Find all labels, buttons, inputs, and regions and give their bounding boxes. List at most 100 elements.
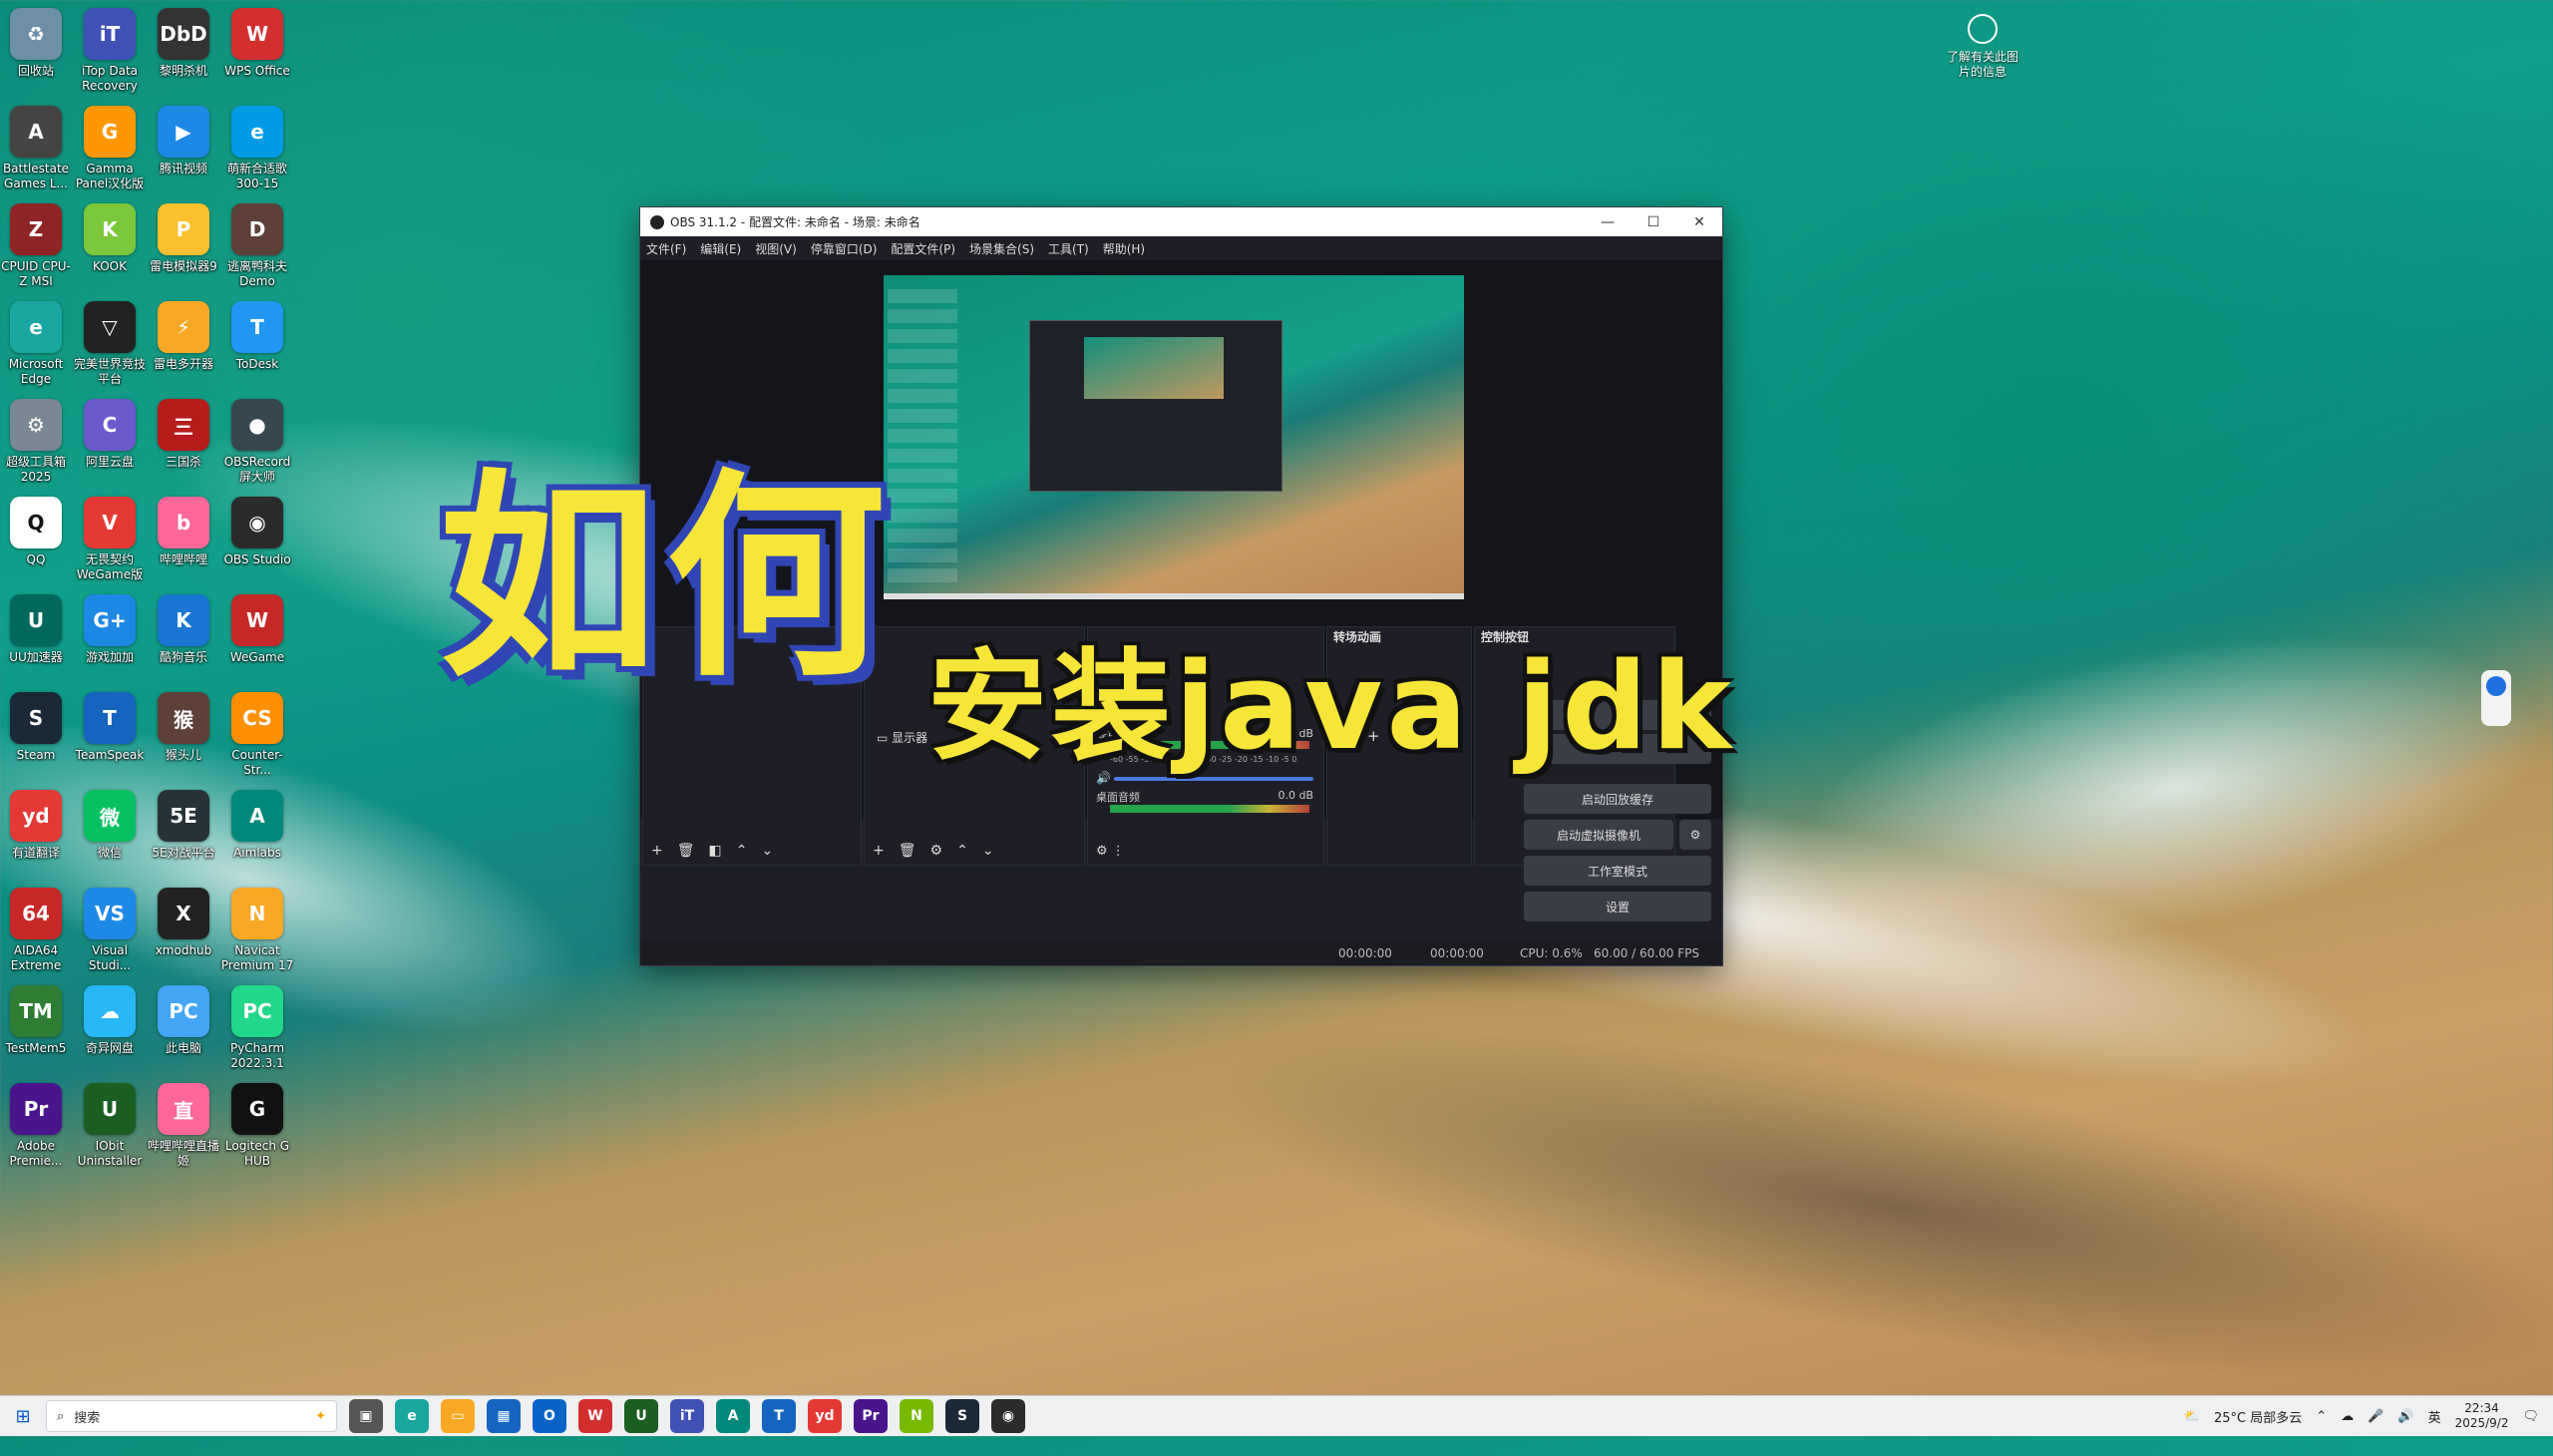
source-item[interactable]: ▭ 显示器	[877, 729, 927, 746]
desktop-icon[interactable]: S Steam	[0, 692, 74, 763]
taskbar-app-outlook[interactable]: O	[533, 1399, 566, 1433]
taskbar-app-youdao[interactable]: yd	[808, 1399, 842, 1433]
taskbar-app-aimlabs[interactable]: A	[716, 1399, 750, 1433]
notification-icon[interactable]: 🗨	[2522, 1409, 2539, 1424]
desktop-icon[interactable]: e Microsoft Edge	[0, 301, 74, 387]
desktop-icon[interactable]: e 萌新合适歌 300-15	[219, 106, 295, 191]
replay-buffer-button[interactable]: 启动回放缓存	[1524, 784, 1711, 814]
taskbar-app-store[interactable]: ▦	[487, 1399, 521, 1433]
mixer-settings-icon[interactable]: ⚙ ⋮	[1096, 844, 1125, 859]
move-down-icon[interactable]: ⌄	[761, 843, 773, 859]
desktop-icon[interactable]: G Logitech G HUB	[219, 1083, 295, 1169]
move-up-icon[interactable]: ⌃	[736, 843, 748, 859]
desktop-icon[interactable]: Xxmodhub	[146, 888, 221, 958]
desktop-icon[interactable]: TM TestMem5	[0, 985, 74, 1056]
virtual-camera-settings-icon[interactable]: ⚙	[1679, 820, 1711, 850]
desktop-icon[interactable]: ● OBSRecord屏大师	[219, 399, 295, 485]
taskbar-app-teamspeak[interactable]: T	[762, 1399, 796, 1433]
desktop-icon[interactable]: G+ 游戏加加	[72, 594, 148, 665]
desktop-icon[interactable]: 三三国杀	[146, 399, 221, 470]
desktop-icon[interactable]: K 酷狗音乐	[146, 594, 221, 665]
settings-button[interactable]: 设置	[1524, 892, 1711, 921]
move-down-icon[interactable]: ⌄	[982, 843, 994, 859]
taskbar-app-itop[interactable]: iT	[670, 1399, 704, 1433]
menu-item[interactable]: 帮助(H)	[1103, 240, 1145, 257]
desktop-icon[interactable]: T ToDesk	[219, 301, 295, 372]
desktop-icon[interactable]: ☁ 奇异网盘	[72, 985, 148, 1056]
spotlight-info[interactable]: 了解有关此图片的信息	[1943, 14, 2022, 80]
menu-item[interactable]: 停靠窗口(D)	[811, 240, 878, 257]
desktop-icon[interactable]: Pr Adobe Premie...	[0, 1083, 74, 1169]
desktop-icon[interactable]: iT iTop Data Recovery	[72, 8, 148, 94]
desktop-icon[interactable]: 猴猴头儿	[146, 692, 221, 763]
taskbar-app-obs[interactable]: ◉	[991, 1399, 1025, 1433]
search-box[interactable]: ⌕ 搜索 ✦	[46, 1400, 337, 1432]
desktop-icon[interactable]: ⚡ 雷电多开器	[146, 301, 221, 372]
volume-icon[interactable]: 🔊	[2397, 1409, 2413, 1424]
desktop-icon[interactable]: 64 AIDA64 Extreme	[0, 888, 74, 973]
add-source-icon[interactable]: +	[873, 843, 885, 859]
desktop-icon[interactable]: VS Visual Studi...	[72, 888, 148, 973]
remove-source-icon[interactable]: 🗑	[899, 843, 916, 859]
desktop-icon[interactable]: b 哔哩哔哩	[146, 497, 221, 567]
side-widget[interactable]	[2481, 670, 2511, 726]
menu-item[interactable]: 配置文件(P)	[891, 240, 955, 257]
studio-mode-button[interactable]: 工作室模式	[1524, 856, 1711, 886]
desktop-icon[interactable]: U UU加速器	[0, 594, 74, 665]
clock[interactable]: 22:34 2025/9/2	[2455, 1401, 2509, 1431]
desktop-icon[interactable]: ▽ 完美世界竞技平台	[72, 301, 148, 387]
network-icon[interactable]: ☁	[2341, 1409, 2354, 1424]
desktop-icon[interactable]: T TeamSpeak	[72, 692, 148, 763]
desktop-icon[interactable]: CS Counter-Str...	[219, 692, 295, 778]
desktop-icon[interactable]: 直哔哩哔哩直播姬	[146, 1083, 221, 1169]
desktop-icon[interactable]: A Aimlabs	[219, 790, 295, 861]
desktop-icon[interactable]: ⚙ 超级工具箱 2025	[0, 399, 74, 485]
desktop-icon[interactable]: PC PyCharm 2022.3.1	[219, 985, 295, 1071]
desktop-icon[interactable]: N Navicat Premium 17	[219, 888, 295, 973]
move-up-icon[interactable]: ⌃	[956, 843, 968, 859]
virtual-camera-button[interactable]: 启动虚拟摄像机	[1524, 820, 1673, 850]
filter-icon[interactable]: ◧	[709, 843, 722, 859]
microphone-icon[interactable]: 🎤	[2368, 1409, 2383, 1424]
desktop-icon[interactable]: C 阿里云盘	[72, 399, 148, 470]
obs-titlebar[interactable]: OBS 31.1.2 - 配置文件: 未命名 - 场景: 未命名 — ☐ ✕	[640, 207, 1722, 236]
desktop-icon[interactable]: A Battlestate Games L...	[0, 106, 74, 191]
chevron-up-icon[interactable]: ⌃	[2316, 1409, 2327, 1424]
desktop-icon[interactable]: PC 此电脑	[146, 985, 221, 1056]
desktop-icon[interactable]: Q QQ	[0, 497, 74, 567]
weather-text[interactable]: 25°C 局部多云	[2214, 1407, 2302, 1426]
taskbar-app-edge[interactable]: e	[395, 1399, 429, 1433]
close-button[interactable]: ✕	[1676, 214, 1722, 230]
desktop-icon[interactable]: 微微信	[72, 790, 148, 861]
menu-item[interactable]: 文件(F)	[646, 240, 686, 257]
desktop-icon[interactable]: W WPS Office	[219, 8, 295, 79]
taskbar-app-task-view[interactable]: ▣	[349, 1399, 383, 1433]
maximize-button[interactable]: ☐	[1631, 214, 1676, 230]
desktop-icon[interactable]: Z CPUID CPU-Z MSI	[0, 203, 74, 289]
taskbar-app-nvidia[interactable]: N	[900, 1399, 933, 1433]
desktop-icon[interactable]: G Gamma Panel汉化版	[72, 106, 148, 191]
preview-canvas[interactable]	[884, 275, 1464, 599]
desktop-icon[interactable]: P 雷电模拟器9	[146, 203, 221, 274]
desktop-icon[interactable]: U IObit Uninstaller	[72, 1083, 148, 1169]
taskbar-app-iobit[interactable]: U	[624, 1399, 658, 1433]
menu-item[interactable]: 视图(V)	[755, 240, 797, 257]
start-button[interactable]: ⊞	[0, 1396, 46, 1436]
desktop-icon[interactable]: 5E 5E对战平台	[146, 790, 221, 861]
taskbar-app-steam[interactable]: S	[945, 1399, 979, 1433]
menu-item[interactable]: 工具(T)	[1048, 240, 1089, 257]
source-settings-icon[interactable]: ⚙	[930, 843, 943, 859]
desktop-icon[interactable]: ▶ 腾讯视频	[146, 106, 221, 177]
taskbar-app-file-explorer[interactable]: ▭	[441, 1399, 475, 1433]
desktop-icon[interactable]: DbD 黎明杀机	[146, 8, 221, 79]
add-scene-icon[interactable]: +	[651, 843, 663, 859]
desktop-icon[interactable]: D 逃离鸭科夫 Demo	[219, 203, 295, 289]
taskbar-app-premiere[interactable]: Pr	[854, 1399, 888, 1433]
remove-scene-icon[interactable]: 🗑	[677, 843, 695, 859]
desktop-icon[interactable]: ◉ OBS Studio	[219, 497, 295, 567]
ime-indicator[interactable]: 英	[2428, 1407, 2441, 1426]
desktop-icon[interactable]: W WeGame	[219, 594, 295, 665]
minimize-button[interactable]: —	[1585, 214, 1631, 230]
menu-item[interactable]: 场景集合(S)	[969, 240, 1034, 257]
menu-item[interactable]: 编辑(E)	[700, 240, 741, 257]
